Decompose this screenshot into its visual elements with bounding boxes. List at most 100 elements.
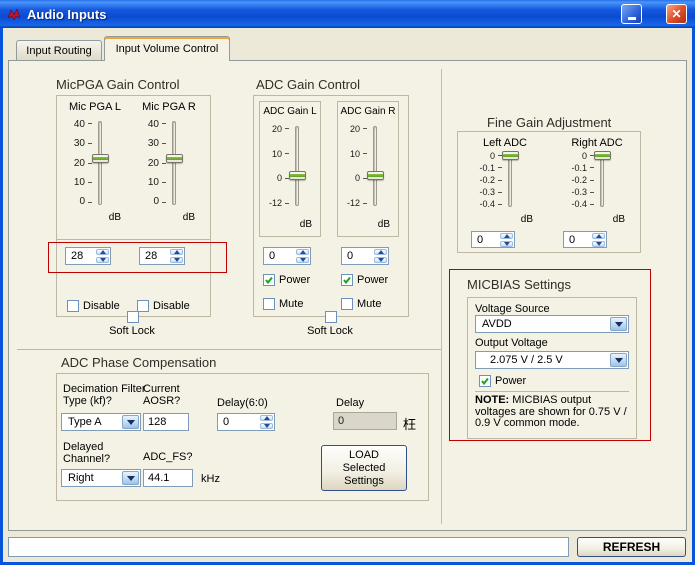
spinner-down-button[interactable] <box>260 423 273 429</box>
adc-soft-lock-checkbox[interactable] <box>325 311 337 323</box>
micpga-left-channel: Mic PGA L 40 30 20 10 0 dB <box>61 101 129 229</box>
spinner-up-button[interactable] <box>592 233 605 239</box>
adc-right-mute-checkbox[interactable]: Mute <box>341 298 381 310</box>
db-label: dB <box>377 219 390 230</box>
adc-left-gain-spinner[interactable]: 0 <box>263 247 311 265</box>
decimation-filter-select[interactable]: Type A <box>61 413 141 431</box>
tick-marks <box>88 123 92 203</box>
spinner-value[interactable]: 0 <box>342 248 373 264</box>
close-icon: ✕ <box>671 7 682 21</box>
micpga-right-gain-spinner[interactable]: 28 <box>139 247 185 265</box>
slider-thumb[interactable] <box>594 151 611 160</box>
fine-gain-right-label: Right ADC <box>571 137 623 149</box>
check-icon <box>265 276 273 285</box>
spinner-value[interactable]: 28 <box>140 248 169 264</box>
delay-bits-spinner[interactable]: 0 <box>217 413 275 431</box>
fine-gain-right-slider[interactable]: 0 -0.1 -0.2 -0.3 -0.4 <box>563 151 627 209</box>
check-icon <box>481 377 489 386</box>
tick-label: -0.4 <box>479 199 495 209</box>
adc-left-slider[interactable]: 20 10 0 -12 <box>262 124 318 208</box>
delayed-channel-select[interactable]: Right <box>61 469 141 487</box>
fine-gain-left-slider[interactable]: 0 -0.1 -0.2 -0.3 -0.4 <box>471 151 535 209</box>
tab-input-volume-control[interactable]: Input Volume Control <box>104 36 230 61</box>
slider-track[interactable] <box>295 126 299 206</box>
dropdown-arrow-icon[interactable] <box>122 471 139 485</box>
spinner-down-button[interactable] <box>374 257 387 263</box>
current-aosr-label: Current AOSR? <box>143 383 181 407</box>
audio-inputs-window: Audio Inputs ✕ Input Routing Input Volum… <box>0 0 695 565</box>
tick-label: 10 <box>73 176 85 188</box>
micpga-right-slider[interactable]: 40 30 20 10 0 <box>141 119 197 207</box>
adc-fs-input[interactable] <box>143 469 193 487</box>
tick-label: 0 <box>79 196 85 207</box>
slider-track[interactable] <box>600 153 604 207</box>
fine-gain-right-spinner[interactable]: 0 <box>563 231 607 248</box>
spinner-down-button[interactable] <box>96 257 109 263</box>
slider-thumb[interactable] <box>166 154 183 164</box>
adc-right-label: ADC Gain R <box>340 106 396 117</box>
spinner-down-button[interactable] <box>170 257 183 263</box>
adc-left-power-checkbox[interactable]: Power <box>263 274 310 286</box>
db-label: dB <box>108 212 121 223</box>
spinner-up-button[interactable] <box>374 249 387 255</box>
close-button[interactable]: ✕ <box>666 4 687 24</box>
tick-label: 20 <box>271 124 282 134</box>
dropdown-arrow-icon[interactable] <box>610 353 627 367</box>
spinner-down-button[interactable] <box>296 257 309 263</box>
delay-bits-label: Delay(6:0) <box>217 397 268 409</box>
adc-right-slider[interactable]: 20 10 0 -12 <box>340 124 396 208</box>
slider-thumb[interactable] <box>367 171 384 181</box>
load-settings-button-label: LOAD Selected Settings <box>342 448 386 487</box>
tab-input-routing[interactable]: Input Routing <box>16 40 102 60</box>
micpga-right-disable-checkbox[interactable]: Disable <box>137 300 190 312</box>
micpga-left-disable-checkbox[interactable]: Disable <box>67 300 120 312</box>
spinner-value[interactable]: 0 <box>264 248 295 264</box>
spinner-value[interactable]: 0 <box>472 232 499 247</box>
refresh-button[interactable]: REFRESH <box>577 537 686 557</box>
adc-heading: ADC Gain Control <box>256 77 361 92</box>
output-voltage-select[interactable]: 2.075 V / 2.5 V <box>475 351 629 369</box>
adc-right-power-checkbox[interactable]: Power <box>341 274 388 286</box>
aosr-input[interactable] <box>143 413 189 431</box>
status-input[interactable] <box>8 537 569 557</box>
dropdown-arrow-icon[interactable] <box>610 317 627 331</box>
fine-gain-left-spinner[interactable]: 0 <box>471 231 515 248</box>
section-separator-vertical <box>441 69 442 524</box>
voltage-source-select[interactable]: AVDD <box>475 315 629 333</box>
selected-value: Right <box>68 472 94 484</box>
tick-label: 10 <box>271 148 282 159</box>
slider-track[interactable] <box>373 126 377 206</box>
spinner-up-button[interactable] <box>500 233 513 239</box>
slider-track[interactable] <box>508 153 512 207</box>
slider-thumb[interactable] <box>289 171 306 181</box>
app-icon[interactable] <box>6 7 22 21</box>
spinner-down-button[interactable] <box>500 241 513 247</box>
minimize-button[interactable] <box>621 4 642 24</box>
micpga-left-gain-spinner[interactable]: 28 <box>65 247 111 265</box>
selected-value: 2.075 V / 2.5 V <box>490 354 563 366</box>
tick-label: -0.2 <box>571 175 587 185</box>
adc-left-mute-checkbox[interactable]: Mute <box>263 298 303 310</box>
tick-label: -0.3 <box>571 187 587 197</box>
load-settings-button[interactable]: LOAD Selected Settings <box>321 445 407 491</box>
micbias-power-checkbox[interactable]: Power <box>479 375 526 387</box>
spinner-up-button[interactable] <box>96 249 109 255</box>
adc-left-channel-box: ADC Gain L 20 10 0 -12 dB <box>259 101 321 237</box>
checkbox-box <box>341 298 353 310</box>
adc-right-gain-spinner[interactable]: 0 <box>341 247 389 265</box>
micpga-left-slider[interactable]: 40 30 20 10 0 <box>67 119 123 207</box>
slider-thumb[interactable] <box>92 154 109 164</box>
spinner-value[interactable]: 28 <box>66 248 95 264</box>
dropdown-arrow-icon[interactable] <box>122 415 139 429</box>
spinner-value[interactable]: 0 <box>564 232 591 247</box>
spinner-up-button[interactable] <box>296 249 309 255</box>
tick-label: 20 <box>349 124 360 134</box>
spinner-down-button[interactable] <box>592 241 605 247</box>
spinner-up-button[interactable] <box>170 249 183 255</box>
spinner-value[interactable]: 0 <box>218 414 259 430</box>
micpga-right-channel: Mic PGA R 40 30 20 10 0 dB <box>135 101 203 229</box>
checkbox-box <box>127 311 139 323</box>
micpga-soft-lock-checkbox[interactable] <box>127 311 139 323</box>
slider-thumb[interactable] <box>502 151 519 160</box>
spinner-up-button[interactable] <box>260 415 273 421</box>
